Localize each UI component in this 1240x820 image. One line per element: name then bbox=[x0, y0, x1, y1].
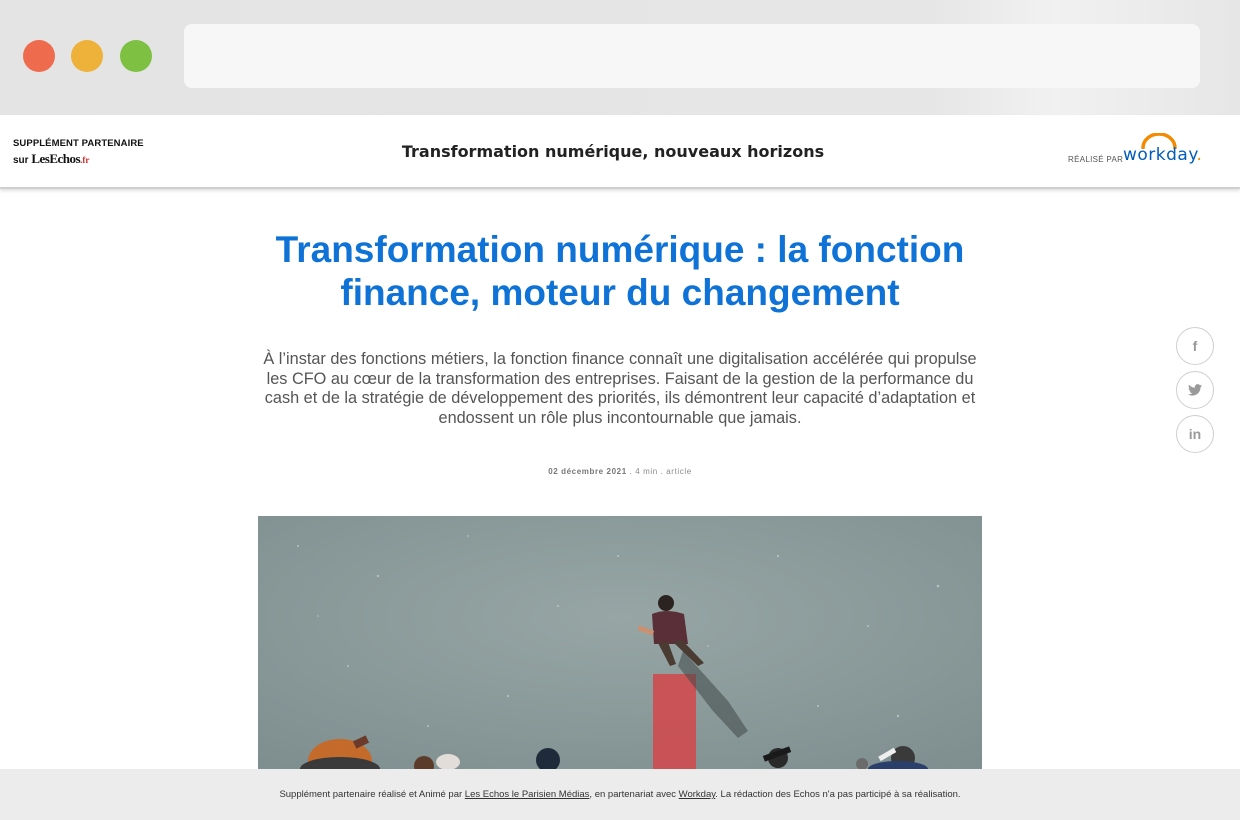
maximize-window-button[interactable] bbox=[120, 40, 152, 72]
site-header: SUPPLÉMENT PARTENAIRE sur LesEchos.fr Tr… bbox=[0, 115, 1240, 189]
twitter-icon bbox=[1188, 384, 1202, 396]
share-linkedin-button[interactable]: in bbox=[1176, 415, 1214, 453]
section-title: Transformation numérique, nouveaux horiz… bbox=[401, 142, 825, 161]
share-twitter-button[interactable] bbox=[1176, 371, 1214, 409]
linkedin-icon: in bbox=[1188, 426, 1202, 442]
article-lead: À l’instar des fonctions métiers, la fon… bbox=[263, 350, 977, 427]
workday-wordmark: workday bbox=[1123, 145, 1197, 165]
article-date: 02 décembre 2021 bbox=[548, 467, 627, 476]
les-echos-link[interactable]: Les Echos le Parisien Médias bbox=[465, 789, 590, 800]
address-bar[interactable] bbox=[184, 24, 1200, 88]
minimize-window-button[interactable] bbox=[71, 40, 103, 72]
browser-chrome bbox=[0, 0, 1240, 115]
workday-link[interactable]: Workday bbox=[679, 789, 716, 800]
hero-illustration bbox=[258, 516, 982, 769]
sponsor-label: RÉALISÉ PAR bbox=[1068, 155, 1124, 164]
article-meta: 02 décembre 2021 . 4 min . article bbox=[548, 467, 692, 476]
hero-image bbox=[258, 516, 982, 769]
share-facebook-button[interactable]: f bbox=[1176, 327, 1214, 365]
footer-disclaimer: Supplément partenaire réalisé et Animé p… bbox=[279, 789, 961, 800]
close-window-button[interactable] bbox=[23, 40, 55, 72]
article-title: Transformation numérique : la fonction f… bbox=[275, 229, 965, 313]
article-type: article bbox=[666, 467, 692, 476]
workday-logo[interactable]: workday. bbox=[1123, 133, 1213, 169]
footer-banner: Supplément partenaire réalisé et Animé p… bbox=[0, 769, 1240, 820]
sponsor-block[interactable]: RÉALISÉ PAR workday. bbox=[1068, 133, 1228, 169]
facebook-icon: f bbox=[1192, 338, 1198, 354]
reading-time: 4 min bbox=[635, 467, 658, 476]
